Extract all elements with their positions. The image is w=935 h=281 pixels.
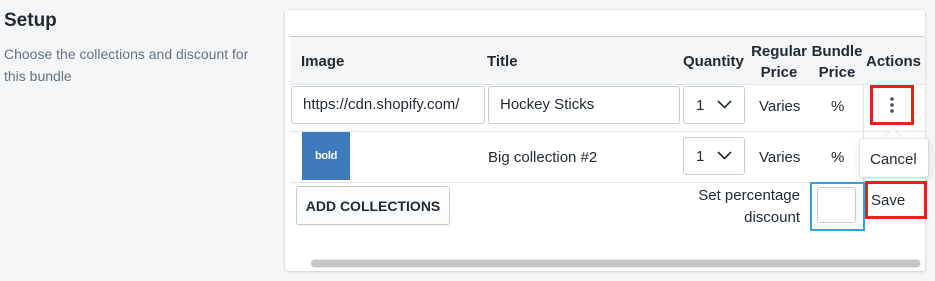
- quantity-select[interactable]: 1: [683, 137, 745, 175]
- row-actions-button[interactable]: [870, 85, 914, 125]
- regular-price-value: Varies: [759, 149, 801, 166]
- quantity-select[interactable]: 1: [683, 86, 745, 124]
- percentage-discount-input[interactable]: [817, 187, 856, 223]
- chevron-down-icon: [717, 151, 732, 160]
- collection-title: Big collection #2: [488, 149, 598, 166]
- regular-price-value: Varies: [759, 98, 801, 115]
- horizontal-scrollbar-thumb[interactable]: [311, 260, 920, 267]
- save-menu-item[interactable]: Save: [865, 181, 927, 219]
- bundle-price-value: %: [831, 149, 845, 166]
- header-title: Title: [487, 53, 518, 70]
- header-regular-price: Regular Price: [751, 43, 807, 81]
- header-image: Image: [301, 53, 345, 70]
- bundle-price-value: %: [831, 98, 845, 115]
- add-collections-button[interactable]: ADD COLLECTIONS: [296, 186, 450, 225]
- image-url-input[interactable]: https://cdn.shopify.com/: [291, 86, 485, 124]
- actions-popover: Cancel: [860, 139, 928, 177]
- section-title: Setup: [4, 10, 57, 31]
- table-header: Image Title Quantity Regular Price Bundl…: [290, 37, 925, 85]
- collection-thumbnail: bold: [302, 132, 350, 180]
- header-quantity: Quantity: [683, 53, 744, 70]
- section-description: Choose the collections and discount for …: [4, 46, 249, 84]
- title-input[interactable]: Hockey Sticks: [488, 86, 680, 124]
- chevron-down-icon: [717, 100, 732, 109]
- header-actions: Actions: [866, 53, 922, 70]
- percentage-discount-label: Set percentage discount: [698, 187, 800, 226]
- cancel-menu-item[interactable]: Cancel: [870, 151, 917, 168]
- header-bundle-price: Bundle Price: [811, 43, 863, 81]
- table-row: [290, 132, 925, 183]
- bundle-card: Image Title Quantity Regular Price Bundl…: [285, 10, 925, 271]
- more-vertical-icon: [890, 97, 894, 113]
